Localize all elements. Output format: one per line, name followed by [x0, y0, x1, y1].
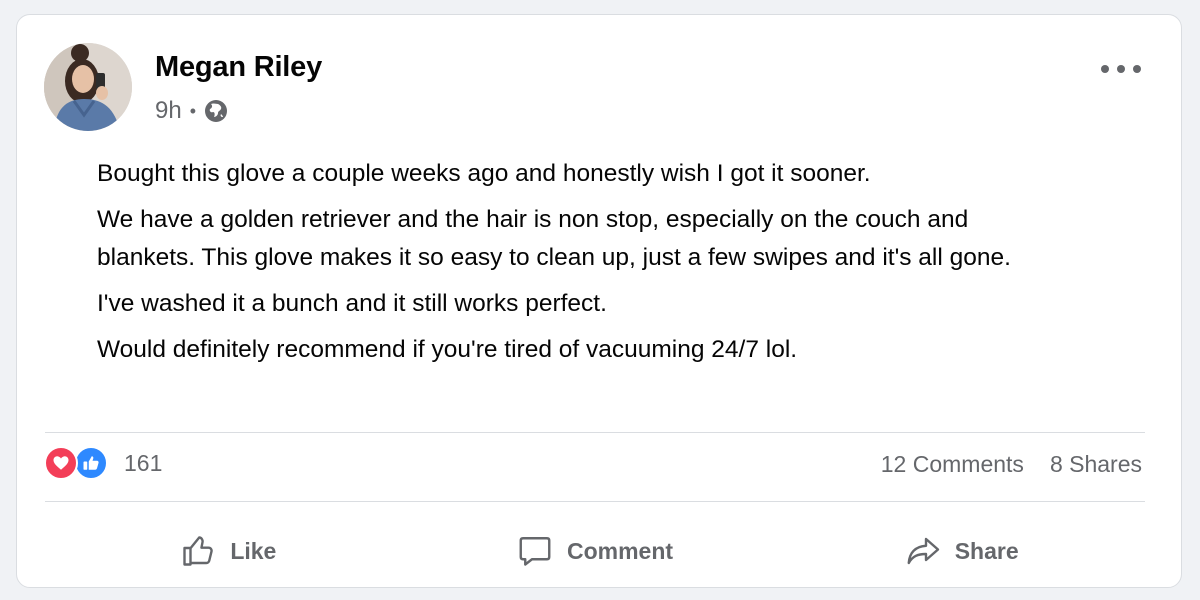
- shares-count[interactable]: 8 Shares: [1050, 451, 1142, 478]
- share-label: Share: [954, 537, 1019, 564]
- share-icon: [907, 537, 939, 565]
- reaction-count: 161: [124, 449, 163, 476]
- more-dot: [1133, 65, 1141, 73]
- comment-label: Comment: [566, 537, 674, 564]
- more-options-icon[interactable]: [1101, 59, 1141, 79]
- avatar[interactable]: [44, 43, 132, 131]
- post-paragraph: Would definitely recommend if you're tir…: [97, 336, 798, 363]
- share-button[interactable]: Share: [778, 525, 1145, 577]
- divider: [45, 432, 1145, 433]
- post-card: Megan Riley 9h • Bought this glove a cou…: [16, 14, 1182, 588]
- post-paragraph: We have a golden retriever and the hair …: [97, 206, 1011, 271]
- heart-icon: [44, 446, 78, 480]
- reactions-summary[interactable]: 161: [44, 446, 162, 480]
- divider: [45, 501, 1145, 502]
- post-time[interactable]: 9h: [155, 97, 182, 125]
- post-paragraph: I've washed it a bunch and it still work…: [97, 290, 607, 317]
- more-dot: [1101, 65, 1109, 73]
- globe-icon[interactable]: [204, 99, 228, 123]
- action-bar: Like Comment Share: [45, 525, 1145, 577]
- meta-separator: •: [189, 100, 197, 121]
- thumbs-up-icon: [183, 536, 214, 566]
- comments-count[interactable]: 12 Comments: [881, 451, 1024, 478]
- more-dot: [1117, 65, 1125, 73]
- comment-button[interactable]: Comment: [412, 525, 779, 577]
- like-icon: [74, 446, 108, 480]
- like-label: Like: [230, 537, 277, 564]
- avatar-photo: [44, 43, 132, 131]
- post-body: Bought this glove a couple weeks ago and…: [97, 155, 1057, 377]
- post-meta: 9h •: [155, 95, 228, 127]
- like-button[interactable]: Like: [45, 525, 412, 577]
- comment-icon: [519, 537, 551, 566]
- author-name[interactable]: Megan Riley: [155, 51, 322, 84]
- post-paragraph: Bought this glove a couple weeks ago and…: [97, 160, 871, 187]
- engagement-counts: 12 Comments 8 Shares: [881, 451, 1142, 478]
